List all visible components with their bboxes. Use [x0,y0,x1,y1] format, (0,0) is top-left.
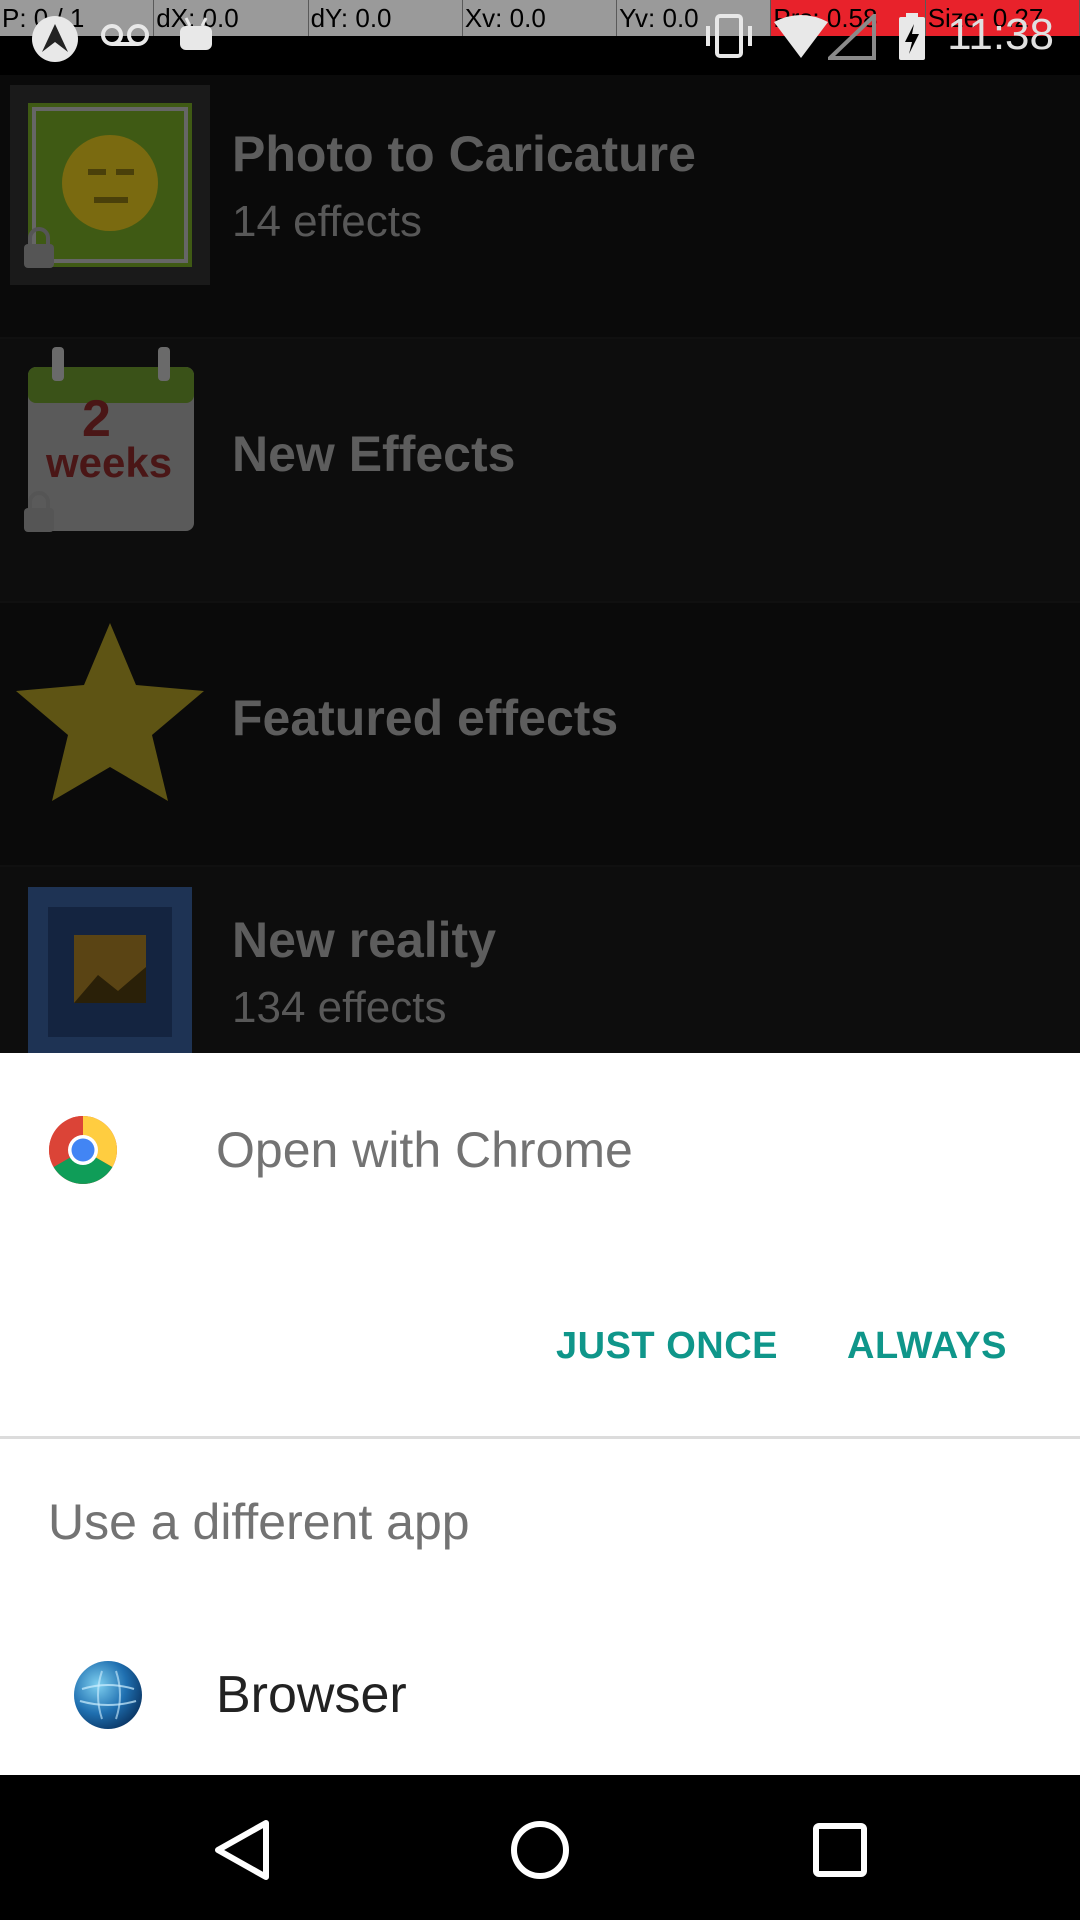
item-title: Photo to Caricature [232,126,696,182]
item-subtitle: 14 effects [232,197,422,246]
item-title: New Effects [232,426,516,482]
star-icon [16,623,204,801]
item-title: Featured effects [232,690,619,746]
app-option-browser[interactable]: Browser [0,1643,1080,1753]
debug-dy: dY: 0.0 [309,0,463,36]
pointer-debug-bar: P: 0 / 1 dX: 0.0 dY: 0.0 Xv: 0.0 Yv: 0.0… [0,0,1080,36]
list-item[interactable]: Photo to Caricature 14 effects [0,75,1080,337]
list-item[interactable]: Featured effects [0,603,1080,865]
app-option-label: Browser [216,1666,407,1724]
recents-icon[interactable] [805,1815,875,1885]
dialog-title: Open with Chrome [216,1122,633,1178]
lock-icon [24,491,54,532]
debug-xv: Xv: 0.0 [463,0,618,36]
effects-list: Photo to Caricature 14 effects 2 weeks N… [0,75,1080,1057]
back-icon[interactable] [206,1815,276,1885]
default-app-row: Open with Chrome [0,1053,1080,1243]
different-app-heading: Use a different app [48,1494,470,1550]
lock-icon [24,227,54,268]
debug-yv: Yv: 0.0 [617,0,772,36]
picture-frame-icon [28,887,192,1057]
list-item[interactable]: New reality 134 effects [0,867,1080,1057]
home-icon[interactable] [505,1815,575,1885]
debug-dx: dX: 0.0 [154,0,309,36]
browser-globe-icon [74,1661,142,1729]
open-with-dialog: Open with Chrome JUST ONCE ALWAYS Use a … [0,1053,1080,1775]
item-subtitle: 134 effects [232,983,447,1032]
list-item[interactable]: 2 weeks New Effects [0,339,1080,601]
chrome-icon [49,1116,117,1184]
debug-pressure: Prs: 0.58 [771,0,926,36]
debug-size: Size: 0.27 [925,0,1080,36]
just-once-button[interactable]: JUST ONCE [542,1315,792,1378]
always-button[interactable]: ALWAYS [833,1315,1021,1378]
divider [0,1436,1080,1439]
navigation-bar [0,1775,1080,1920]
item-title: New reality [232,912,497,968]
debug-pointer-count: P: 0 / 1 [0,0,155,36]
calendar-word: weeks [46,439,173,486]
